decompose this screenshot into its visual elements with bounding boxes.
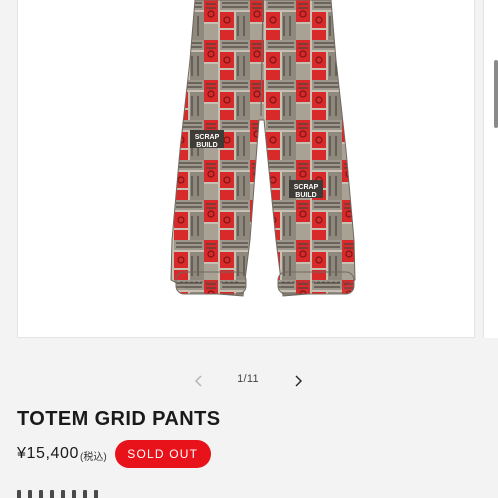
cut-off-glyph — [50, 490, 54, 498]
product-image-gallery[interactable]: SCRAP BUILD SCRAP BUILD — [17, 0, 475, 338]
cut-off-glyph — [17, 490, 21, 498]
cut-off-glyph — [94, 490, 98, 498]
cut-off-glyph — [28, 490, 32, 498]
slider-controls: 1/11 — [0, 368, 498, 394]
print-text-scrap: SCRAP — [195, 134, 220, 141]
scrollbar-thumb[interactable] — [494, 60, 498, 128]
cut-off-glyph — [83, 490, 87, 498]
product-title: TOTEM GRID PANTS — [17, 408, 221, 430]
slide-counter: 1/11 — [237, 373, 259, 385]
chevron-left-icon — [195, 375, 202, 387]
product-image[interactable]: SCRAP BUILD SCRAP BUILD — [158, 0, 368, 312]
next-slide-button[interactable] — [285, 368, 311, 394]
previous-slide-button[interactable] — [186, 368, 212, 394]
chevron-right-icon — [295, 375, 302, 387]
print-text-build: BUILD — [295, 192, 316, 199]
cut-off-next-line — [17, 488, 98, 498]
print-text-scrap: SCRAP — [294, 184, 319, 191]
cut-off-glyph — [39, 490, 43, 498]
cut-off-glyph — [72, 490, 76, 498]
product-price: ¥15,400 — [17, 445, 80, 462]
price-row: ¥15,400 (税込) SOLD OUT — [17, 440, 211, 468]
cut-off-glyph — [61, 490, 65, 498]
next-slide-peek[interactable] — [483, 0, 498, 338]
sold-out-badge: SOLD OUT — [114, 440, 211, 468]
tax-included-note: (税込) — [80, 452, 107, 463]
print-text-build: BUILD — [196, 142, 217, 149]
